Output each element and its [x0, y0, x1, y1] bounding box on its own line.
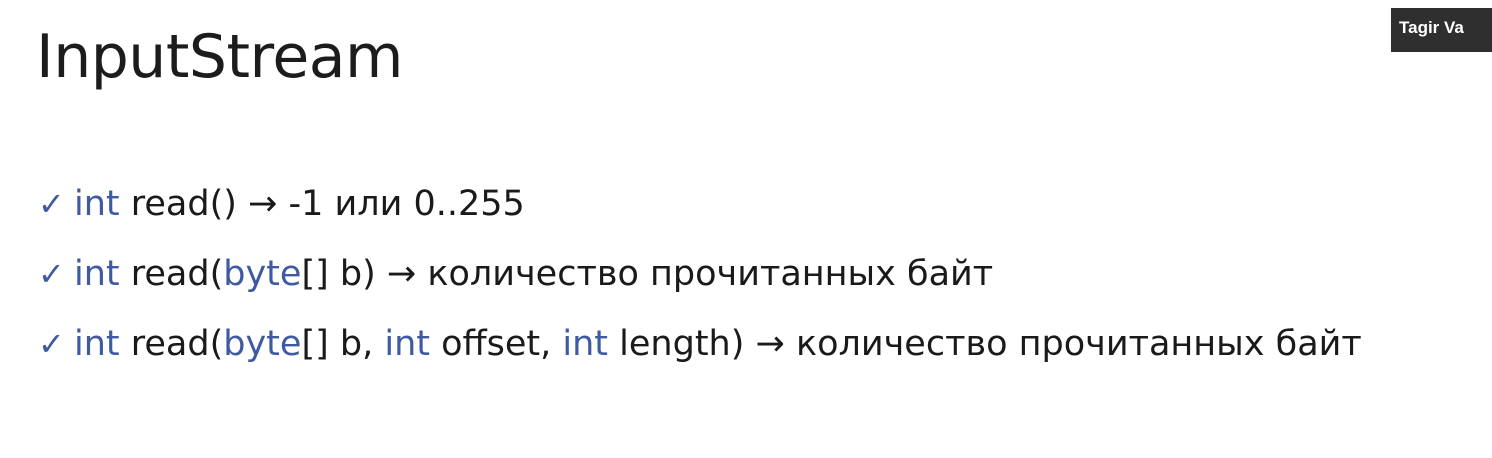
- arrow-icon: →: [248, 184, 278, 224]
- keyword-text: int: [74, 324, 120, 364]
- bullet-item: ✓ int read() → -1 или 0..255: [38, 180, 1478, 229]
- bullet-text: read(: [119, 254, 224, 294]
- presenter-watermark: Tagir Va: [1391, 8, 1492, 52]
- bullet-text: length): [608, 324, 756, 364]
- checkmark-icon: ✓: [38, 325, 65, 363]
- bullet-text: количество прочитанных байт: [416, 254, 994, 294]
- bullet-text: количество прочитанных байт: [784, 324, 1362, 364]
- bullet-list: ✓ int read() → -1 или 0..255 ✓ int read(byt…: [38, 180, 1478, 369]
- bullet-text: offset,: [429, 324, 563, 364]
- checkmark-icon: ✓: [38, 185, 65, 223]
- arrow-icon: →: [755, 324, 785, 364]
- keyword-text: int: [562, 324, 609, 364]
- keyword-text: byte: [223, 324, 302, 364]
- bullet-item: ✓ int read(byte[] b, int offset, int leng…: [38, 320, 1478, 369]
- slide-title: InputStream: [36, 22, 403, 92]
- bullet-text: [] b,: [301, 324, 385, 364]
- slide: InputStream Tagir Va ✓ int read() → -1 ил…: [0, 0, 1492, 458]
- keyword-text: int: [384, 324, 430, 364]
- bullet-text: read(: [119, 324, 224, 364]
- keyword-text: byte: [223, 254, 302, 294]
- bullet-text: [] b): [301, 254, 387, 294]
- keyword-text: int: [74, 254, 120, 294]
- keyword-text: int: [74, 184, 120, 224]
- checkmark-icon: ✓: [38, 255, 65, 293]
- bullet-text: read(): [119, 184, 249, 224]
- arrow-icon: →: [386, 254, 417, 294]
- bullet-text: -1 или 0..255: [277, 184, 525, 224]
- bullet-item: ✓ int read(byte[] b) → количество прочита…: [38, 250, 1478, 299]
